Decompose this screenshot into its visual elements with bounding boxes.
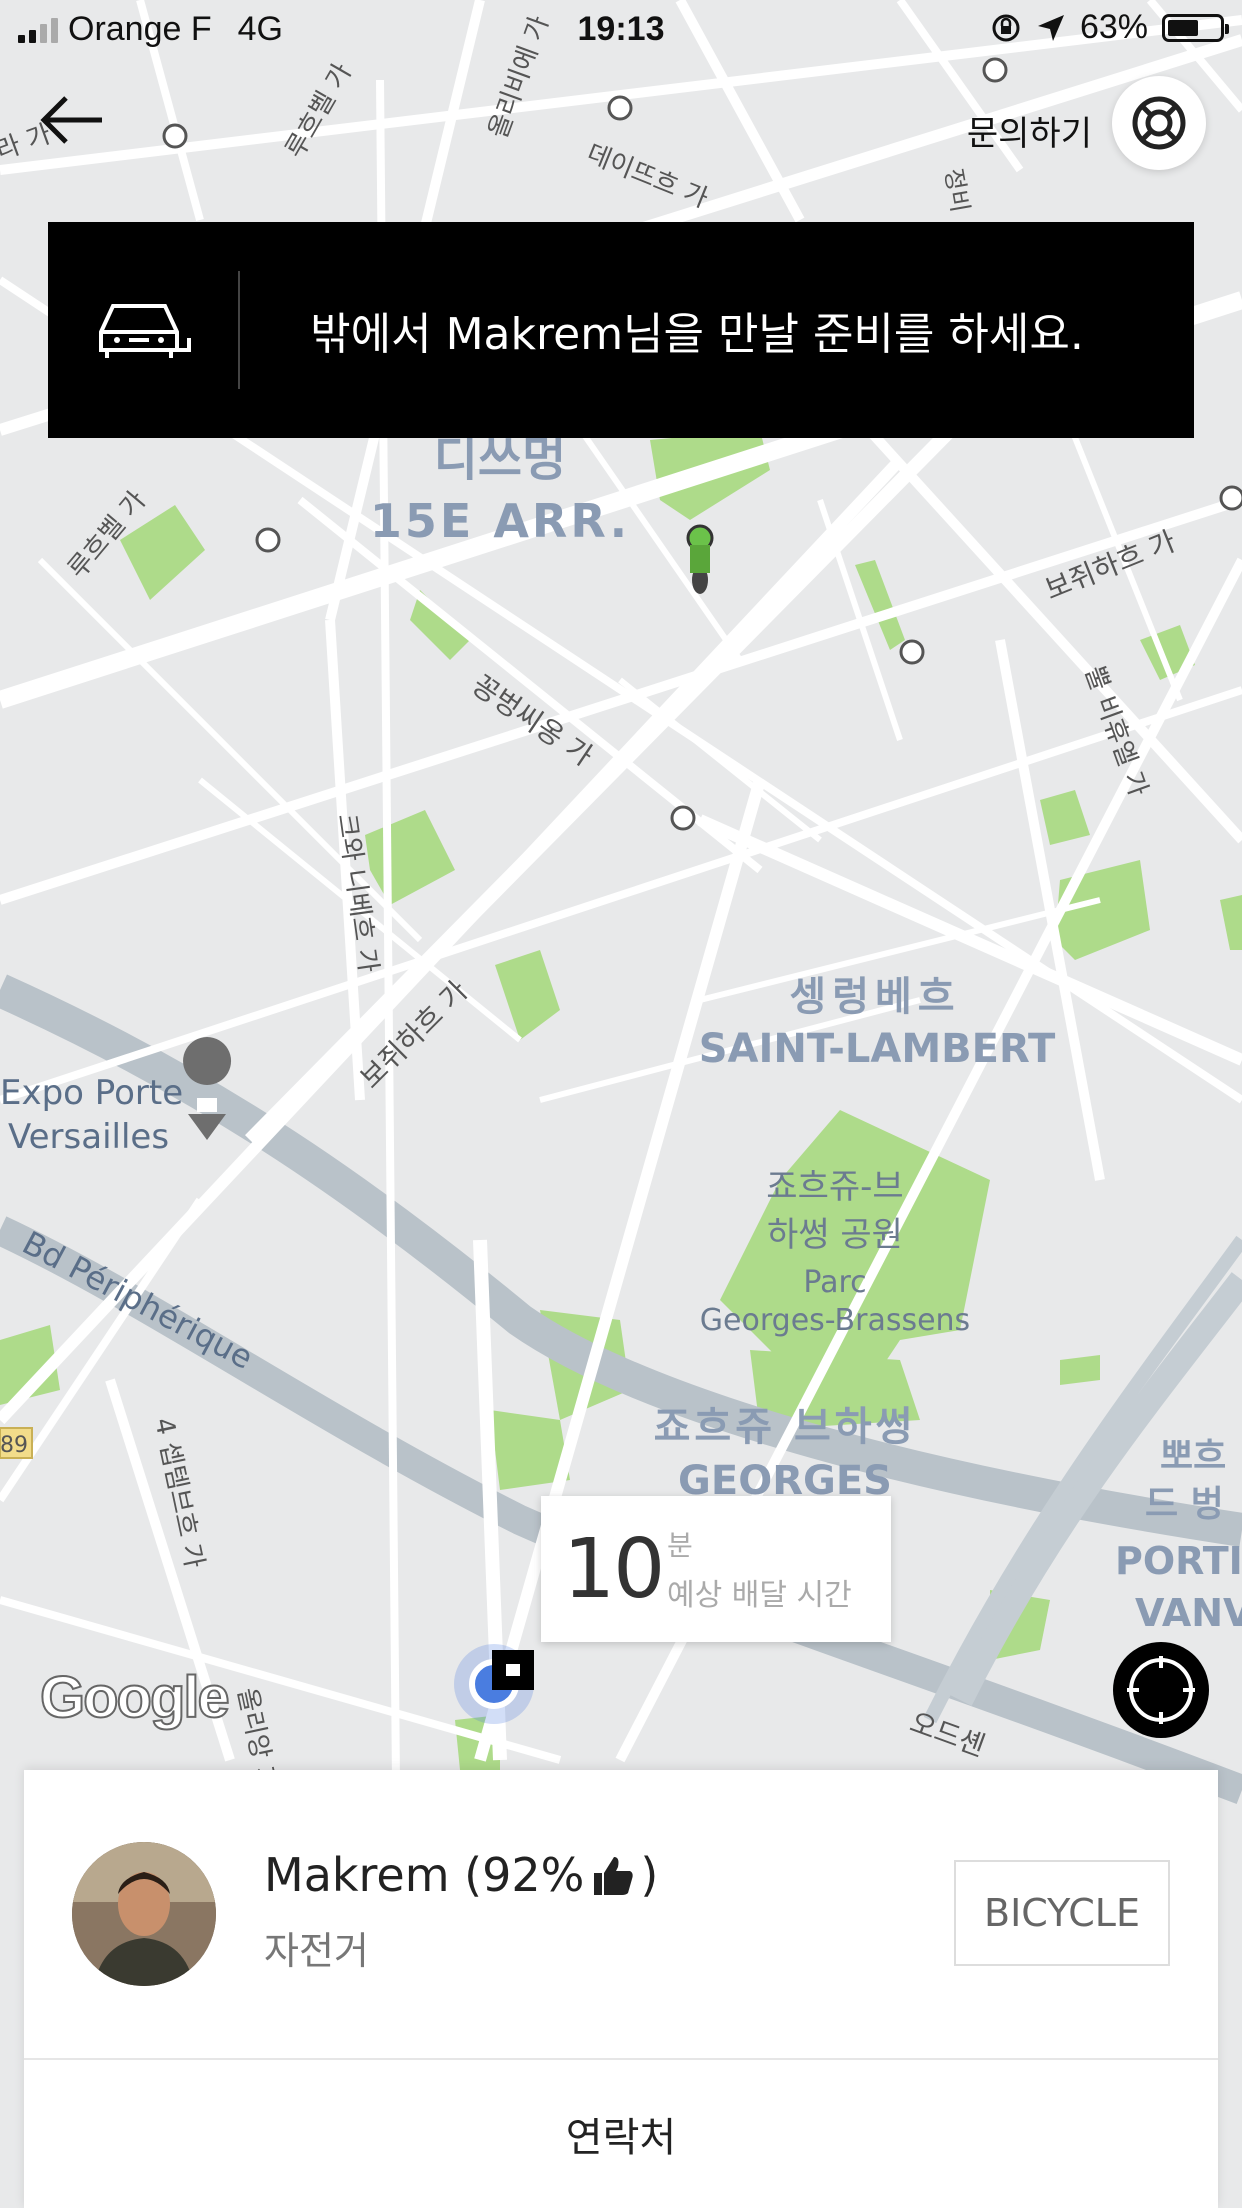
courier-name-close: ) [640,1848,659,1902]
location-arrow-icon [1037,14,1064,41]
porte-ko-label-1: 뽀흐 [1160,1436,1226,1477]
parc-ko-label-1: 죠흐쥬-브 [766,1167,903,1207]
porte-label-2: VANV [1135,1591,1242,1635]
expo-label-1: Expo Porte [0,1073,183,1113]
crosshair-icon [1127,1656,1195,1724]
vehicle-badge: BICYCLE [954,1860,1170,1966]
parc-label-2: Georges-Brassens [700,1303,970,1338]
st-lambert-ko-label: 셍렁베흐 [789,974,960,1020]
courier-name-text: Makrem (92% [264,1848,585,1902]
district-label: 15E ARR. [370,494,630,548]
banner-message: 밖에서 Makrem님을 만날 준비를 하세요. [310,309,1084,360]
courier-card: Makrem (92% ) 자전거 BICYCLE 연락처 [24,1770,1218,2208]
back-button[interactable] [36,92,116,156]
expo-label-2: Versailles [8,1117,169,1157]
battery-icon [1162,13,1229,42]
contact-button[interactable]: 연락처 [24,2060,1218,2208]
rotation-lock-icon [992,14,1020,41]
recenter-button[interactable] [1113,1642,1209,1738]
google-logo: Google [39,1664,231,1731]
georges-ko-label: 죠흐쥬 브하썽 [654,1404,917,1450]
courier-name: Makrem (92% ) [264,1848,658,1902]
lifebuoy-icon [1132,96,1186,150]
road-number-label: 89 [0,1433,28,1458]
parc-ko-label-2: 하썽 공원 [767,1215,903,1255]
car-icon [48,222,238,438]
destination-marker [454,1644,534,1724]
courier-avatar [72,1842,216,1986]
eta-unit: 분 [667,1529,693,1562]
thumbs-up-icon [594,1857,634,1895]
eta-label: 예상 배달 시간 [667,1578,852,1613]
district-ko-label: 디쓰멍 [434,431,566,487]
eta-minutes: 10 [563,1521,665,1617]
status-bar: Orange F 4G 19:13 63% [0,0,1242,62]
back-arrow-icon [40,96,102,144]
parc-label-1: Parc [803,1265,866,1300]
st-lambert-label: SAINT-LAMBERT [699,1026,1056,1072]
courier-vehicle: 자전거 [264,1929,369,1973]
eta-callout: 10 분 예상 배달 시간 [541,1496,891,1642]
porte-ko-label-2: 드 벙 [1145,1484,1224,1525]
help-button[interactable] [1112,76,1206,170]
battery-percent: 63% [1079,8,1148,46]
help-label[interactable]: 문의하기 [967,106,1092,155]
status-banner: 밖에서 Makrem님을 만날 준비를 하세요. [48,222,1194,438]
porte-label-1: PORTI [1115,1539,1242,1583]
